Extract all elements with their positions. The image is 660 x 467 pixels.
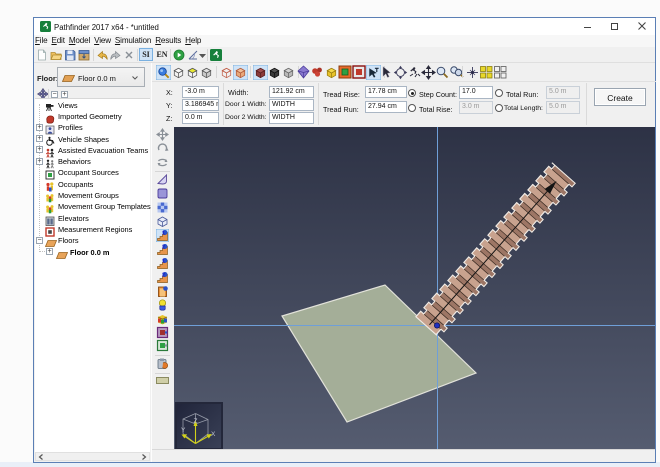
svg-text:2: 2 [162, 273, 165, 279]
svg-text:1: 1 [162, 259, 165, 265]
svg-text:Z: Z [194, 418, 198, 425]
svg-text:Y: Y [181, 427, 186, 434]
svg-text:2: 2 [162, 245, 165, 251]
svg-text:X: X [211, 431, 216, 438]
svg-text:1: 1 [162, 231, 165, 237]
